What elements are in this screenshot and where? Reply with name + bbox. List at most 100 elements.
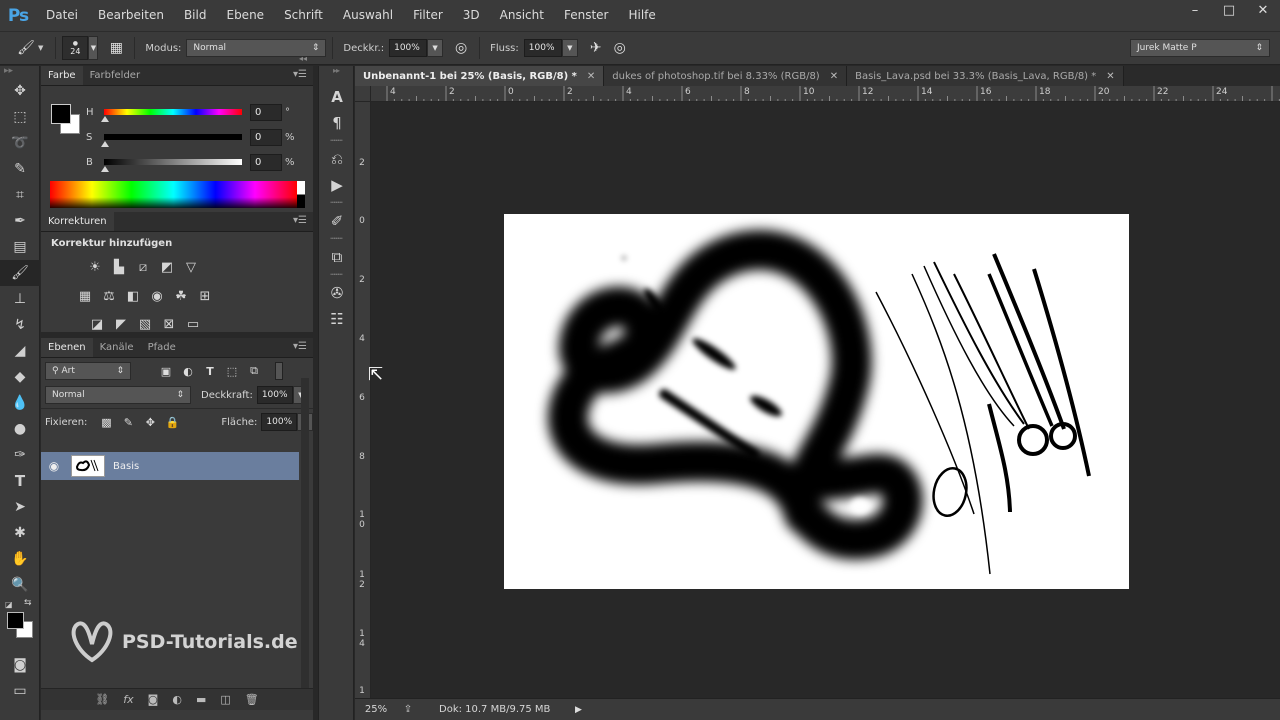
menu-ebene[interactable]: Ebene xyxy=(216,0,274,31)
close-icon[interactable]: ✕ xyxy=(830,71,838,82)
healing-brush-tool-icon[interactable]: ▤ xyxy=(0,234,40,260)
panel-menu-icon[interactable]: ▾☰ xyxy=(293,341,307,352)
tab-korrekturen[interactable]: Korrekturen xyxy=(41,212,114,231)
layers-scrollbar[interactable] xyxy=(301,378,309,688)
color-lookup-icon[interactable]: ⊞ xyxy=(193,285,217,307)
new-group-icon[interactable]: ▬ xyxy=(196,693,206,706)
swap-colors-icon[interactable]: ⇆ xyxy=(24,598,32,608)
layer-thumbnail[interactable] xyxy=(71,455,105,477)
gradient-map-icon[interactable]: ▭ xyxy=(181,313,205,335)
menu-fenster[interactable]: Fenster xyxy=(554,0,619,31)
menu-bild[interactable]: Bild xyxy=(174,0,217,31)
link-layers-icon[interactable]: ⛓ xyxy=(95,693,109,706)
ruler-origin[interactable] xyxy=(355,86,371,102)
close-icon[interactable]: ✕ xyxy=(587,71,595,82)
brightness-contrast-icon[interactable]: ☀ xyxy=(83,256,107,278)
fill-input[interactable]: 100% xyxy=(261,413,298,431)
flow-input[interactable]: 100% xyxy=(523,39,562,57)
saturation-value[interactable]: 0 xyxy=(250,128,282,146)
pressure-opacity-icon[interactable]: ◎ xyxy=(449,37,473,59)
hand-tool-icon[interactable]: ✋ xyxy=(0,546,40,572)
adjustment-layer-icon[interactable]: ◐ xyxy=(172,693,182,706)
airbrush-icon[interactable]: ✈ xyxy=(584,37,608,59)
black-white-ramp[interactable] xyxy=(297,181,305,208)
slider-thumb[interactable] xyxy=(101,116,109,122)
layer-name[interactable]: Basis xyxy=(113,461,139,472)
vertical-ruler[interactable]: 2 0 2 4 6 8 10 12 14 1 xyxy=(355,102,371,698)
lock-image-icon[interactable]: ✎ xyxy=(117,413,139,431)
photo-filter-icon[interactable]: ◉ xyxy=(145,285,169,307)
brush-tool-icon[interactable]: 🖌 xyxy=(0,260,40,286)
horizontal-ruler[interactable]: 4 2 0 2 4 6 8 10 12 14 16 18 20 22 24 xyxy=(371,86,1280,102)
menu-datei[interactable]: Datei xyxy=(36,0,88,31)
doc-tab-2[interactable]: dukes of photoshop.tif bei 8.33% (RGB/8)… xyxy=(604,66,848,86)
vibrance-icon[interactable]: ▽ xyxy=(179,256,203,278)
paint-bucket-tool-icon[interactable]: ◆ xyxy=(0,364,40,390)
eyedropper-tool-icon[interactable]: ✒ xyxy=(0,208,40,234)
default-colors-icon[interactable]: ◪ xyxy=(5,600,13,609)
clone-source-panel-icon[interactable]: ⧉ xyxy=(319,244,355,270)
menu-ansicht[interactable]: Ansicht xyxy=(490,0,554,31)
new-layer-icon[interactable]: ◫ xyxy=(220,693,230,706)
close-button[interactable]: ✕ xyxy=(1246,0,1280,20)
chevron-down-icon[interactable]: ▼ xyxy=(88,36,99,60)
slider-thumb[interactable] xyxy=(101,166,109,172)
tab-ebenen[interactable]: Ebenen xyxy=(41,338,93,357)
saturation-slider[interactable] xyxy=(101,134,242,147)
menu-bearbeiten[interactable]: Bearbeiten xyxy=(88,0,174,31)
tool-preset-arrow-icon[interactable]: ▼ xyxy=(38,44,43,52)
tool-presets-panel-icon[interactable]: ✇ xyxy=(319,280,355,306)
invert-icon[interactable]: ◪ xyxy=(85,313,109,335)
foreground-color-swatch[interactable] xyxy=(7,612,24,629)
curves-icon[interactable]: ⧄ xyxy=(131,256,155,278)
menu-3d[interactable]: 3D xyxy=(453,0,490,31)
filter-pixel-icon[interactable]: ▣ xyxy=(155,362,177,380)
history-panel-icon[interactable]: ⎌ xyxy=(319,146,355,172)
properties-panel-icon[interactable]: ☷ xyxy=(319,306,355,332)
menu-filter[interactable]: Filter xyxy=(403,0,453,31)
actions-panel-icon[interactable]: ▶ xyxy=(319,172,355,198)
opacity-input[interactable]: 100% xyxy=(389,39,428,57)
character-panel-icon[interactable]: A xyxy=(319,84,355,110)
brush-presets-panel-icon[interactable]: ✐ xyxy=(319,208,355,234)
screen-mode-icon[interactable]: ▭ xyxy=(0,678,40,704)
path-select-tool-icon[interactable]: ➤ xyxy=(0,494,40,520)
doc-tab-3[interactable]: Basis_Lava.psd bei 33.3% (Basis_Lava, RG… xyxy=(847,66,1124,86)
doc-tab-1[interactable]: Unbenannt-1 bei 25% (Basis, RGB/8) * ✕ xyxy=(355,66,605,86)
panel-collapse-icon[interactable]: ◂◂ xyxy=(299,54,307,63)
layer-opacity-input[interactable]: 100% xyxy=(256,386,293,404)
lock-position-icon[interactable]: ✥ xyxy=(139,413,161,431)
move-tool-icon[interactable]: ✥ xyxy=(0,78,40,104)
tab-farbe[interactable]: Farbe xyxy=(41,66,83,85)
posterize-icon[interactable]: ◤ xyxy=(109,313,133,335)
lock-all-icon[interactable]: 🔒 xyxy=(161,413,183,431)
layer-row-basis[interactable]: ◉ Basis xyxy=(41,452,299,480)
menu-auswahl[interactable]: Auswahl xyxy=(333,0,403,31)
zoom-tool-icon[interactable]: 🔍 xyxy=(0,572,40,598)
threshold-icon[interactable]: ▧ xyxy=(133,313,157,335)
hue-slider[interactable] xyxy=(101,109,242,122)
eraser-tool-icon[interactable]: ◢ xyxy=(0,338,40,364)
flow-slider-toggle[interactable]: ▼ xyxy=(561,39,578,57)
eye-icon[interactable]: ◉ xyxy=(41,459,67,473)
history-brush-tool-icon[interactable]: ↯ xyxy=(0,312,40,338)
panel-menu-icon[interactable]: ▾☰ xyxy=(293,215,307,226)
channel-mixer-icon[interactable]: ☘ xyxy=(169,285,193,307)
brush-tool-icon[interactable]: 🖌 xyxy=(14,37,38,59)
type-tool-icon[interactable]: T xyxy=(0,468,40,494)
color-balance-icon[interactable]: ⚖ xyxy=(97,285,121,307)
selective-color-icon[interactable]: ⊠ xyxy=(157,313,181,335)
menu-hilfe[interactable]: Hilfe xyxy=(618,0,665,31)
zoom-level[interactable]: 25% xyxy=(355,704,397,715)
blend-mode-select[interactable]: Normal ⇕ xyxy=(45,386,191,404)
pen-tool-icon[interactable]: ✑ xyxy=(0,442,40,468)
levels-icon[interactable]: ▙ xyxy=(107,256,131,278)
quick-select-tool-icon[interactable]: ✎ xyxy=(0,156,40,182)
exposure-icon[interactable]: ◩ xyxy=(155,256,179,278)
crop-tool-icon[interactable]: ⌗ xyxy=(0,182,40,208)
menu-schrift[interactable]: Schrift xyxy=(274,0,333,31)
color-spectrum[interactable] xyxy=(50,181,297,208)
blur-tool-icon[interactable]: 💧 xyxy=(0,390,40,416)
marquee-tool-icon[interactable]: ⬚ xyxy=(0,104,40,130)
color-swatches[interactable]: ◪ ⇆ xyxy=(0,598,39,652)
